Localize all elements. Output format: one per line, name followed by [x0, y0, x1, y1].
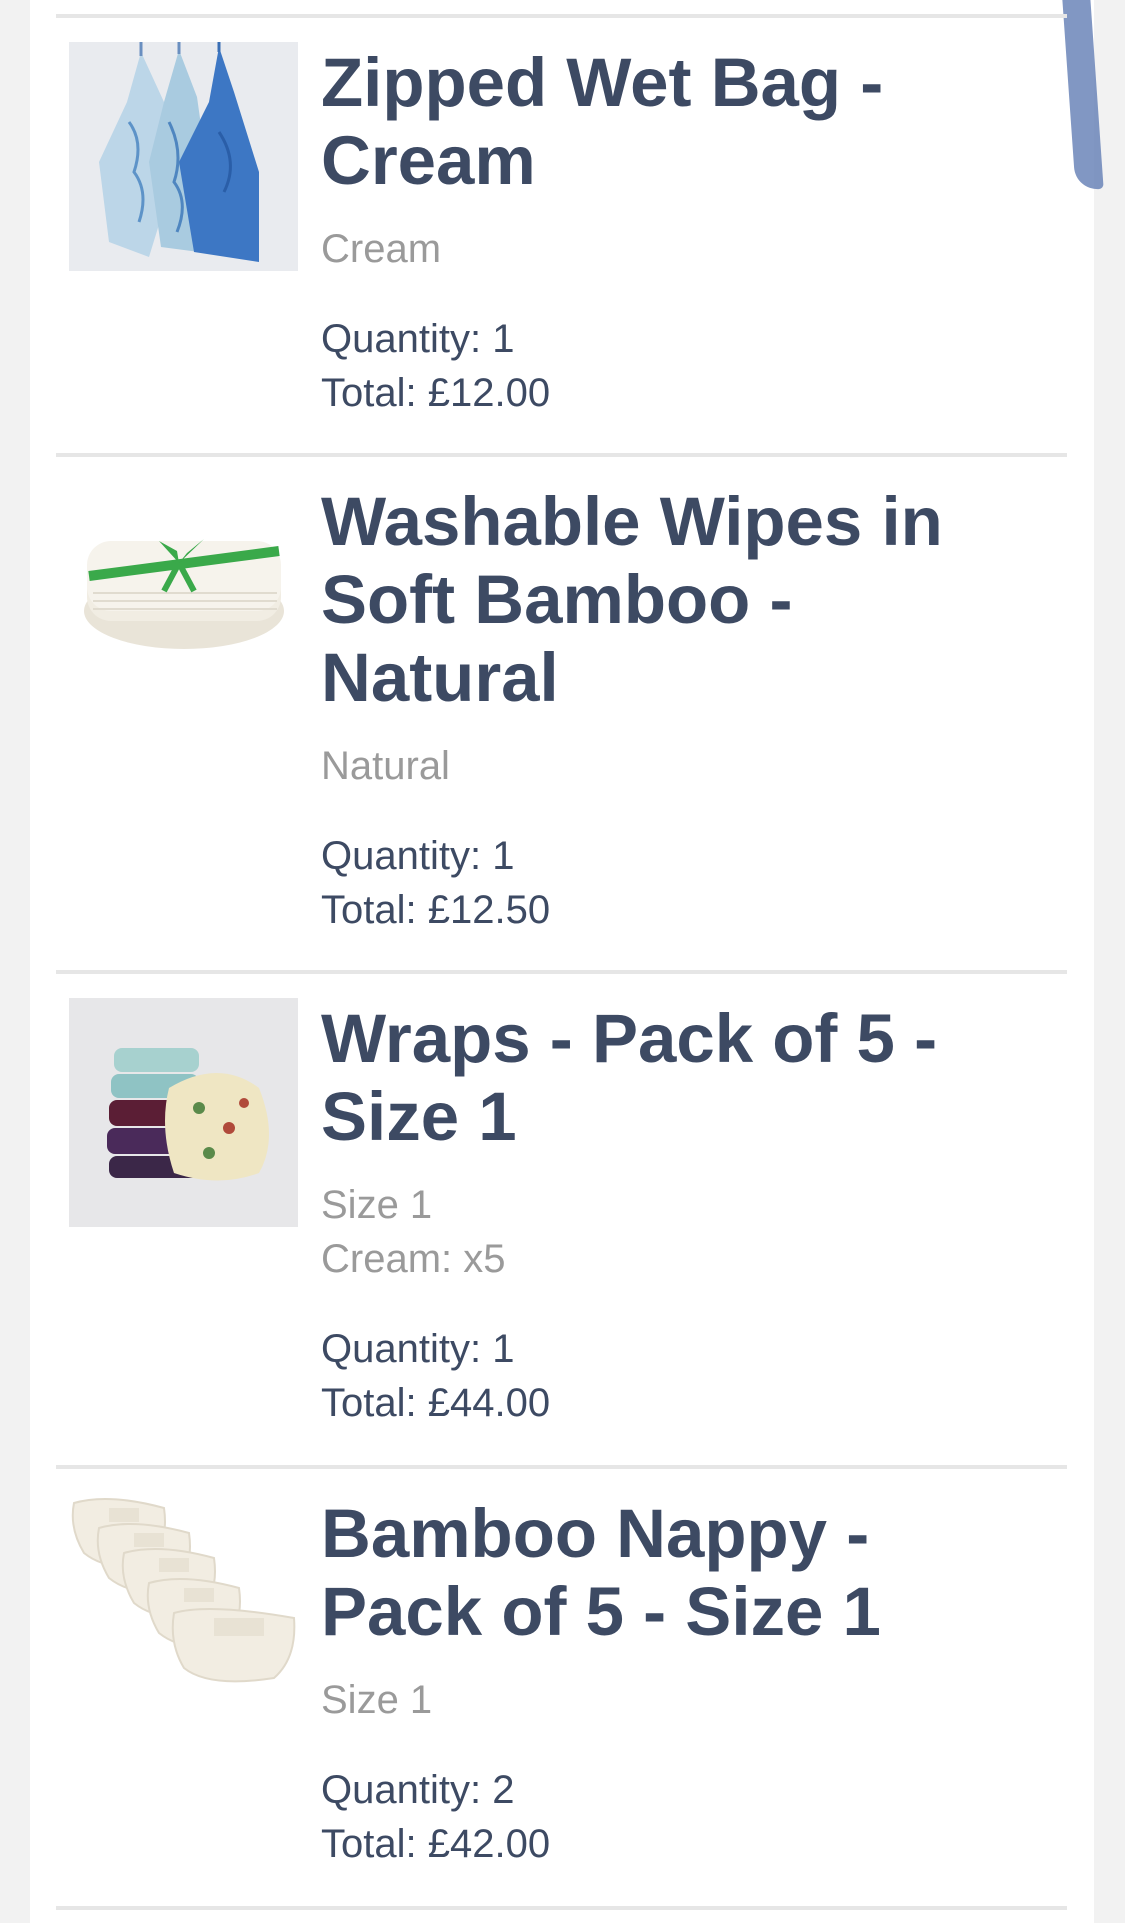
line-item-info: Zipped Wet Bag - Cream Cream Quantity: 1… — [321, 44, 1021, 420]
order-summary-panel: Zipped Wet Bag - Cream Cream Quantity: 1… — [30, 0, 1104, 1923]
variant-line: Size 1 — [321, 1183, 433, 1227]
bamboo-wipes-image — [69, 481, 298, 710]
wet-bag-image — [69, 42, 298, 271]
product-title[interactable]: Washable Wipes in Soft Bamboo - Natural — [321, 483, 1021, 717]
line-item: Zipped Wet Bag - Cream Cream Quantity: 1… — [56, 14, 1067, 415]
quantity-text: Quantity: 1 — [321, 1327, 515, 1371]
variant-line: Size 1 — [321, 1678, 433, 1722]
total-text: Total: £42.00 — [321, 1822, 551, 1866]
bamboo-nappy-image — [69, 1493, 298, 1722]
variant-line: Natural — [321, 744, 450, 788]
variant-line: Cream — [321, 227, 442, 271]
total-text: Total: £44.00 — [321, 1381, 551, 1425]
divider — [56, 1906, 1067, 1910]
product-title[interactable]: Bamboo Nappy - Pack of 5 - Size 1 — [321, 1495, 1021, 1651]
line-item: Wraps - Pack of 5 - Size 1 Size 1 Cream:… — [56, 970, 1067, 1425]
line-item: Bamboo Nappy - Pack of 5 - Size 1 Size 1… — [56, 1465, 1067, 1866]
wraps-image — [69, 998, 298, 1227]
total-text: Total: £12.00 — [321, 371, 551, 415]
line-item-info: Bamboo Nappy - Pack of 5 - Size 1 Size 1… — [321, 1495, 1021, 1871]
variant-line: Cream: x5 — [321, 1237, 506, 1281]
line-item: Washable Wipes in Soft Bamboo - Natural … — [56, 453, 1067, 932]
quantity-text: Quantity: 1 — [321, 317, 515, 361]
product-title[interactable]: Zipped Wet Bag - Cream — [321, 44, 1021, 200]
quantity-text: Quantity: 2 — [321, 1768, 515, 1812]
line-item-info: Wraps - Pack of 5 - Size 1 Size 1 Cream:… — [321, 1000, 1021, 1430]
background-decoration — [1060, 0, 1104, 191]
product-title[interactable]: Wraps - Pack of 5 - Size 1 — [321, 1000, 1021, 1156]
quantity-text: Quantity: 1 — [321, 834, 515, 878]
total-text: Total: £12.50 — [321, 888, 551, 932]
line-item-info: Washable Wipes in Soft Bamboo - Natural … — [321, 483, 1021, 937]
